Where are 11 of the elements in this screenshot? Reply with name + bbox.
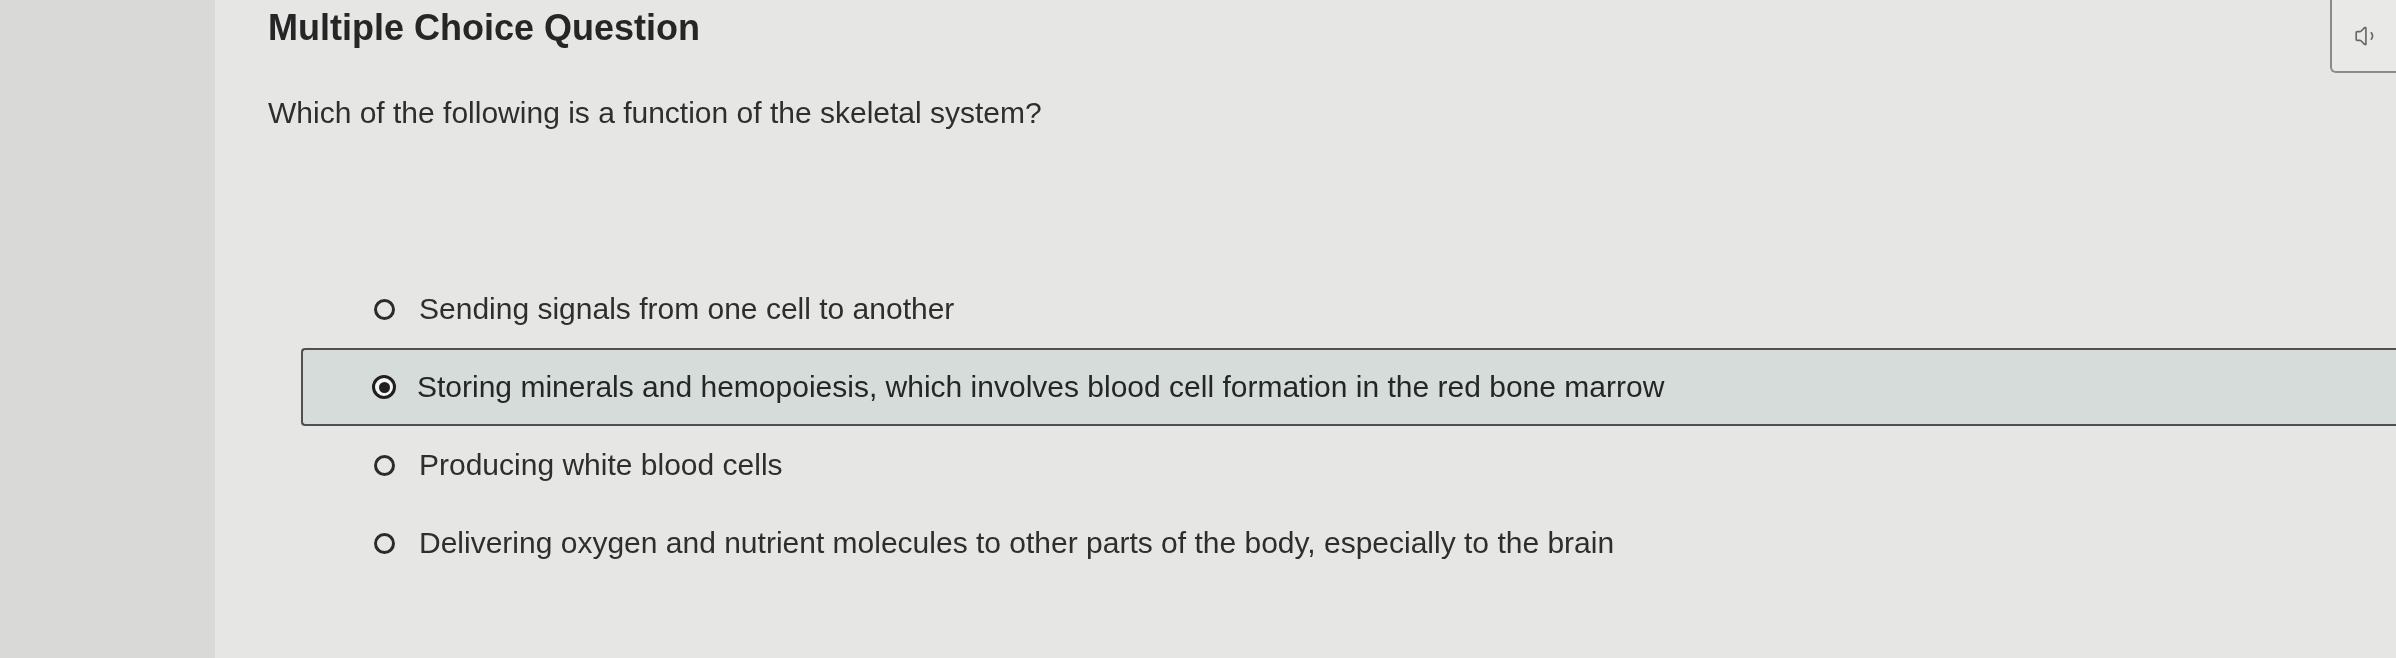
radio-button[interactable] xyxy=(374,454,395,476)
option-label[interactable]: Producing white blood cells xyxy=(419,447,783,483)
audio-button[interactable] xyxy=(2330,0,2396,73)
question-text: Which of the following is a function of the skeletal system? xyxy=(268,95,1043,131)
radio-button[interactable] xyxy=(374,532,395,554)
option-label[interactable]: Delivering oxygen and nutrient molecules to other parts of the body, especially to the brain xyxy=(419,525,1615,561)
radio-button[interactable] xyxy=(372,375,396,399)
option-label[interactable]: Storing minerals and hemopoiesis, which involves blood cell formation in the red bone marrow xyxy=(417,369,1665,405)
question-type-title: Multiple Choice Question xyxy=(268,6,701,50)
radio-button[interactable] xyxy=(374,298,395,320)
option-label[interactable]: Sending signals from one cell to another xyxy=(419,291,955,327)
